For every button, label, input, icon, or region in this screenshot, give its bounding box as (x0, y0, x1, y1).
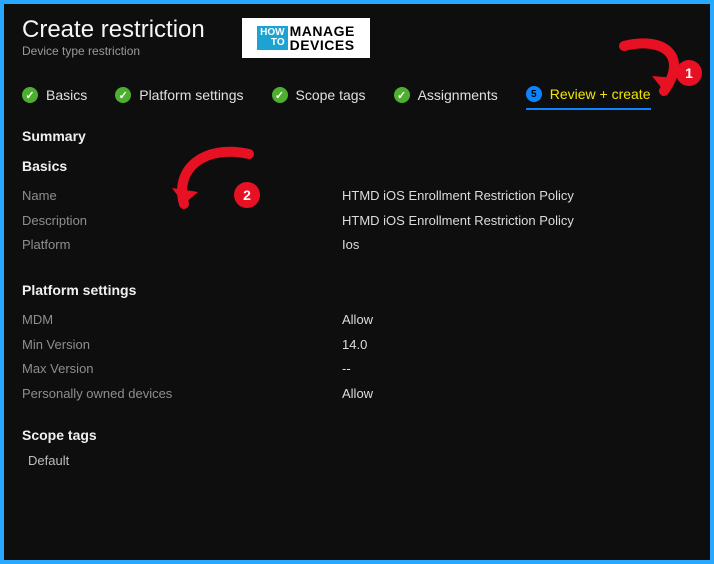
description-value: HTMD iOS Enrollment Restriction Policy (342, 209, 574, 234)
max-version-value: -- (342, 357, 351, 382)
wizard-tabs: ✓ Basics ✓ Platform settings ✓ Scope tag… (4, 60, 710, 104)
summary-heading: Summary (22, 128, 692, 144)
check-icon: ✓ (115, 87, 131, 103)
logo-to: TO (271, 38, 285, 48)
personal-devices-value: Allow (342, 382, 373, 407)
min-version-label: Min Version (22, 333, 342, 358)
platform-label: Platform (22, 233, 342, 258)
tab-basics-label: Basics (46, 87, 87, 103)
tab-scope-tags-label: Scope tags (296, 87, 366, 103)
row-platform: Platform Ios (22, 233, 692, 258)
row-personal-devices: Personally owned devices Allow (22, 382, 692, 407)
min-version-value: 14.0 (342, 333, 367, 358)
mdm-value: Allow (342, 308, 373, 333)
platform-settings-heading: Platform settings (22, 282, 692, 298)
name-label: Name (22, 184, 342, 209)
row-description: Description HTMD iOS Enrollment Restrict… (22, 209, 692, 234)
logo-line1: MANAGE (290, 24, 355, 38)
check-icon: ✓ (394, 87, 410, 103)
scope-tags-heading: Scope tags (22, 427, 692, 443)
tab-basics[interactable]: ✓ Basics (22, 87, 87, 103)
check-icon: ✓ (272, 87, 288, 103)
mdm-label: MDM (22, 308, 342, 333)
platform-value: Ios (342, 233, 359, 258)
name-value: HTMD iOS Enrollment Restriction Policy (342, 184, 574, 209)
tab-review-create-label: Review + create (550, 86, 651, 102)
row-name: Name HTMD iOS Enrollment Restriction Pol… (22, 184, 692, 209)
tab-platform-settings[interactable]: ✓ Platform settings (115, 87, 243, 103)
basics-heading: Basics (22, 158, 692, 174)
brand-logo: HOW TO MANAGE DEVICES (242, 18, 370, 58)
scope-tag-default: Default (28, 453, 692, 468)
tab-assignments-label: Assignments (418, 87, 498, 103)
row-mdm: MDM Allow (22, 308, 692, 333)
row-min-version: Min Version 14.0 (22, 333, 692, 358)
tab-review-create[interactable]: 5 Review + create (526, 86, 651, 110)
personal-devices-label: Personally owned devices (22, 382, 342, 407)
check-icon: ✓ (22, 87, 38, 103)
annotation-badge-2: 2 (234, 182, 260, 208)
logo-line2: DEVICES (290, 38, 355, 52)
step-number-icon: 5 (526, 86, 542, 102)
tab-scope-tags[interactable]: ✓ Scope tags (272, 87, 366, 103)
row-max-version: Max Version -- (22, 357, 692, 382)
tab-platform-settings-label: Platform settings (139, 87, 243, 103)
annotation-badge-1: 1 (676, 60, 702, 86)
description-label: Description (22, 209, 342, 234)
max-version-label: Max Version (22, 357, 342, 382)
tab-assignments[interactable]: ✓ Assignments (394, 87, 498, 103)
